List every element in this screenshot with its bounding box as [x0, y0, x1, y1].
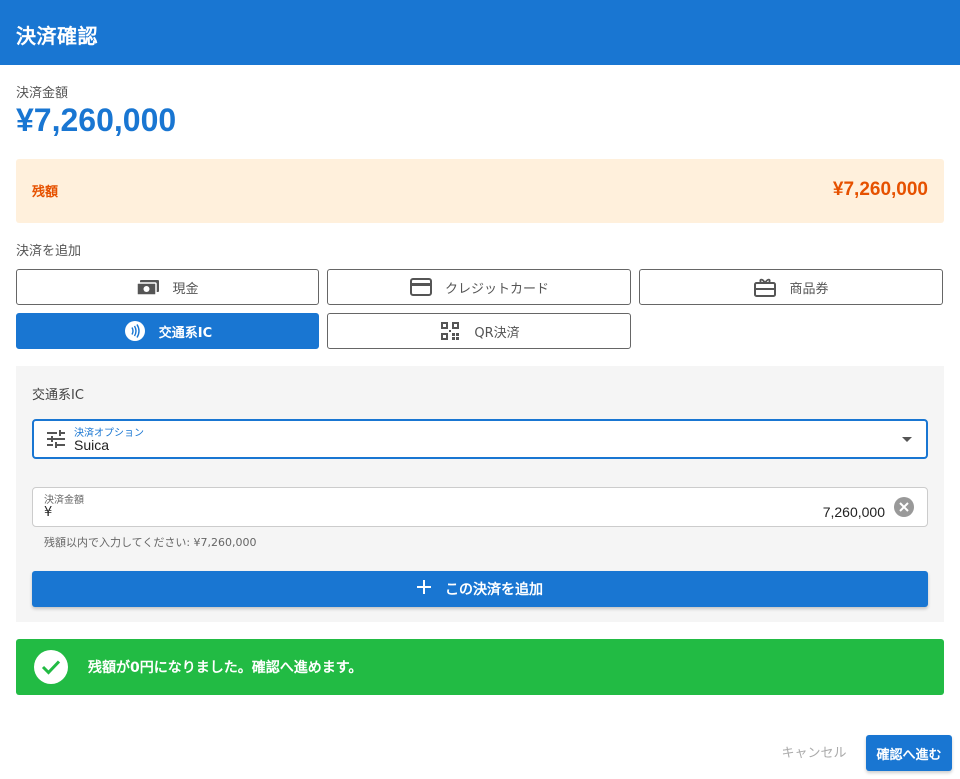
cancel-button[interactable]: キャンセル	[770, 736, 858, 766]
dropdown-arrow-icon[interactable]	[902, 437, 912, 442]
credit-card-icon	[409, 275, 433, 299]
payment-amount-value[interactable]: 7,260,000	[823, 504, 885, 520]
confirm-button[interactable]: 確認へ進む	[866, 735, 952, 771]
panel-title: 交通系IC	[32, 388, 84, 403]
payment-amount-label: 決済金額	[44, 495, 84, 506]
method-qr-button[interactable]: QR決済	[327, 313, 631, 349]
total-amount-value: ¥7,260,000	[16, 102, 177, 138]
success-message: 残額が0円になりました。確認へ進めます。	[88, 660, 363, 676]
check-circle-icon	[34, 650, 68, 684]
contactless-icon	[123, 319, 147, 343]
currency-prefix: ¥	[44, 505, 53, 520]
qr-code-icon	[438, 319, 462, 343]
clear-icon[interactable]	[894, 497, 914, 517]
total-amount-label: 決済金額	[16, 86, 69, 101]
method-cash-label: 現金	[172, 281, 199, 297]
method-credit-card-button[interactable]: クレジットカード	[327, 269, 631, 305]
payment-option-select[interactable]: 決済オプション Suica	[32, 419, 928, 459]
dialog-title: 決済確認	[16, 24, 98, 48]
payment-option-value: Suica	[74, 437, 110, 453]
method-qr-label: QR決済	[474, 325, 520, 341]
dialog-header: 決済確認	[0, 0, 960, 65]
gift-card-icon	[753, 275, 777, 299]
method-gift-card-label: 商品券	[789, 281, 829, 297]
add-payment-label: 決済を追加	[16, 244, 82, 259]
success-alert: 残額が0円になりました。確認へ進めます。	[16, 639, 944, 695]
remaining-value: ¥7,260,000	[832, 179, 928, 200]
amount-helper-text: 残額以内で入力してください: ¥7,260,000	[44, 536, 257, 549]
tune-icon	[46, 429, 66, 453]
method-cash-button[interactable]: 現金	[16, 269, 319, 305]
payment-detail-panel: 交通系IC 決済オプション Suica 決済金額 ¥ 7,260,000 残額以…	[16, 366, 944, 622]
payment-amount-field[interactable]: 決済金額 ¥ 7,260,000	[32, 487, 928, 527]
add-payment-button-label: この決済を追加	[445, 582, 543, 598]
remaining-label: 残額	[32, 185, 59, 200]
method-transit-ic-button[interactable]: 交通系IC	[16, 313, 319, 349]
add-payment-button[interactable]: この決済を追加	[32, 571, 928, 607]
remaining-banner: 残額 ¥7,260,000	[16, 159, 944, 223]
method-gift-card-button[interactable]: 商品券	[639, 269, 943, 305]
method-transit-ic-label: 交通系IC	[158, 325, 213, 341]
cash-icon	[136, 275, 160, 299]
plus-icon	[417, 580, 431, 598]
method-credit-card-label: クレジットカード	[444, 281, 549, 297]
